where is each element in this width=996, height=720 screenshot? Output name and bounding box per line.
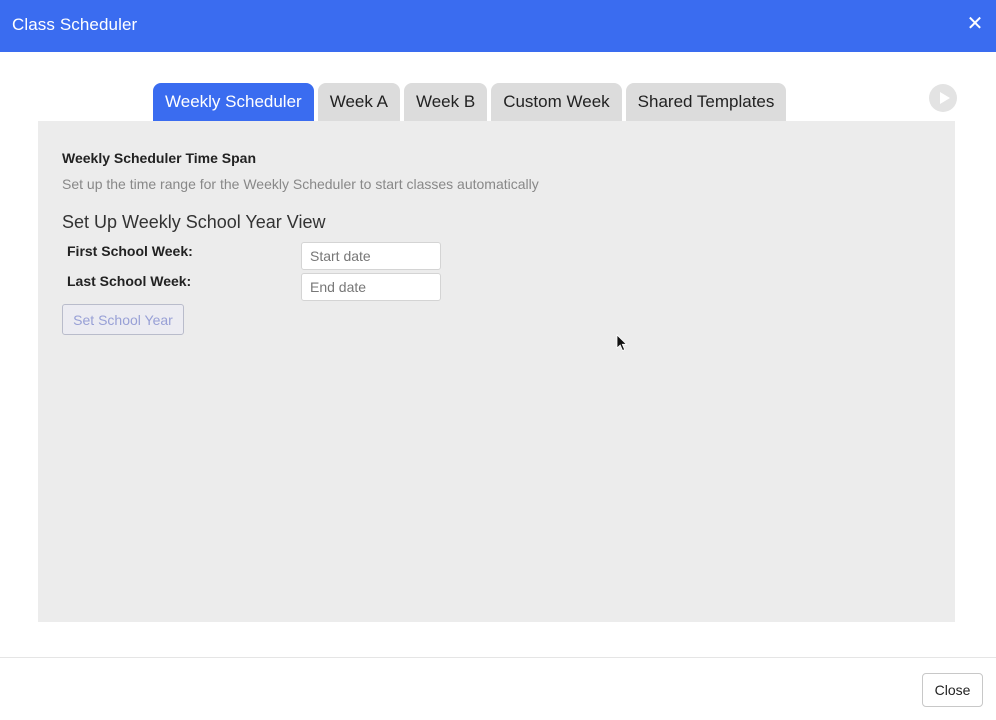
first-school-week-label: First School Week: xyxy=(67,243,193,259)
section-description: Set up the time range for the Weekly Sch… xyxy=(62,176,539,192)
footer-divider xyxy=(0,657,996,658)
tab-custom-week[interactable]: Custom Week xyxy=(491,83,622,121)
last-school-week-label: Last School Week: xyxy=(67,273,192,289)
section-heading: Weekly Scheduler Time Span xyxy=(62,150,257,166)
tab-week-a[interactable]: Week A xyxy=(317,83,400,121)
tab-shared-templates[interactable]: Shared Templates xyxy=(625,83,787,121)
window-title: Class Scheduler xyxy=(12,15,138,34)
play-circle-icon[interactable] xyxy=(929,84,957,112)
title-bar: Class Scheduler ✕ xyxy=(0,0,996,52)
end-date-input[interactable] xyxy=(301,273,441,301)
tab-bar: Weekly Scheduler Week A Week B Custom We… xyxy=(153,83,787,121)
school-year-subheading: Set Up Weekly School Year View xyxy=(62,212,326,232)
weekly-scheduler-panel: Weekly Scheduler Time Span Set up the ti… xyxy=(38,121,955,622)
close-button[interactable]: Close xyxy=(922,673,983,707)
tab-weekly-scheduler[interactable]: Weekly Scheduler xyxy=(153,83,314,121)
tab-week-b[interactable]: Week B xyxy=(403,83,488,121)
close-icon[interactable]: ✕ xyxy=(966,12,984,36)
set-school-year-button[interactable]: Set School Year xyxy=(62,304,184,335)
mouse-cursor-icon xyxy=(616,334,628,357)
start-date-input[interactable] xyxy=(301,242,441,270)
